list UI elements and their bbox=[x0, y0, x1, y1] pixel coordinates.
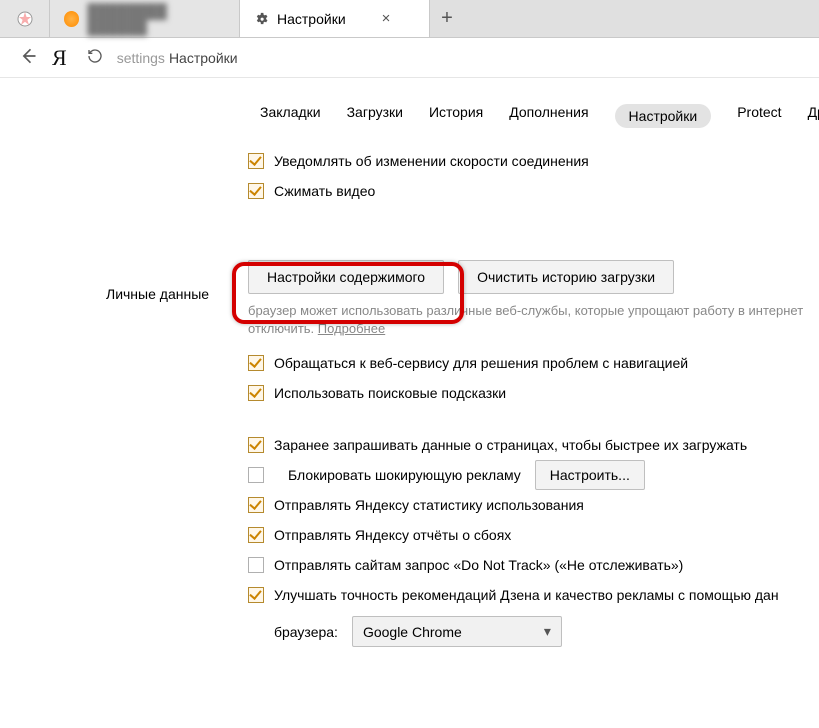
label-crash-reports: Отправлять Яндексу отчёты о сбоях bbox=[274, 527, 511, 543]
new-tab-button[interactable]: + bbox=[430, 0, 464, 37]
row-crash-reports: Отправлять Яндексу отчёты о сбоях bbox=[248, 520, 813, 550]
url-title: Настройки bbox=[169, 50, 238, 66]
label-shock-ads: Блокировать шокирующую рекламу bbox=[288, 467, 521, 483]
browser-tab-settings[interactable]: Настройки × bbox=[240, 0, 430, 37]
content-settings-button[interactable]: Настройки содержимого bbox=[248, 260, 444, 294]
label-zen-quality: Улучшать точность рекомендаций Дзена и к… bbox=[274, 587, 779, 603]
default-browser-label: браузера: bbox=[274, 624, 338, 640]
row-default-browser: браузера: Google Chrome ▾ bbox=[248, 616, 813, 647]
checkbox-dnt[interactable] bbox=[248, 557, 264, 573]
hint-line2: отключить. bbox=[248, 321, 314, 336]
default-browser-select[interactable]: Google Chrome ▾ bbox=[352, 616, 562, 647]
close-tab-icon[interactable]: × bbox=[382, 10, 391, 27]
reload-button[interactable] bbox=[87, 48, 103, 67]
label-compress-video: Сжимать видео bbox=[274, 183, 375, 199]
row-shock-ads: Блокировать шокирующую рекламу Настроить… bbox=[248, 460, 813, 490]
omnibox[interactable]: settingsНастройки bbox=[117, 50, 238, 66]
url-scheme: settings bbox=[117, 50, 165, 66]
checkbox-zen-quality[interactable] bbox=[248, 587, 264, 603]
checkbox-suggest[interactable] bbox=[248, 385, 264, 401]
checkbox-shock-ads[interactable] bbox=[248, 467, 264, 483]
checkbox-compress-video[interactable] bbox=[248, 183, 264, 199]
back-button[interactable] bbox=[18, 46, 38, 69]
clear-download-history-button[interactable]: Очистить историю загрузки bbox=[458, 260, 674, 294]
yandex-logo[interactable]: Я bbox=[52, 45, 73, 71]
settings-content: Личные данные Уведомлять об изменении ск… bbox=[0, 146, 819, 647]
label-prefetch: Заранее запрашивать данные о страницах, … bbox=[274, 437, 747, 453]
row-conn-speed: Уведомлять об изменении скорости соедине… bbox=[248, 146, 813, 176]
nav-other[interactable]: Другие ус bbox=[808, 104, 819, 128]
row-usage-stats: Отправлять Яндексу статистику использова… bbox=[248, 490, 813, 520]
browser-tab-other[interactable]: ████████ ██████ bbox=[50, 0, 240, 37]
nav-history[interactable]: История bbox=[429, 104, 483, 128]
row-buttons: Настройки содержимого Очистить историю з… bbox=[248, 260, 813, 294]
tab-title-settings: Настройки bbox=[277, 11, 346, 27]
browser-tab-pinned-1[interactable] bbox=[0, 0, 50, 37]
chevron-down-icon: ▾ bbox=[544, 623, 551, 640]
label-conn-speed: Уведомлять об изменении скорости соедине… bbox=[274, 153, 589, 169]
checkbox-nav-service[interactable] bbox=[248, 355, 264, 371]
label-dnt: Отправлять сайтам запрос «Do Not Track» … bbox=[274, 557, 683, 573]
label-suggest: Использовать поисковые подсказки bbox=[274, 385, 506, 401]
nav-bookmarks[interactable]: Закладки bbox=[260, 104, 321, 128]
label-nav-service: Обращаться к веб-сервису для решения про… bbox=[274, 355, 688, 371]
tab-title-other: ████████ ██████ bbox=[87, 3, 225, 35]
row-nav-service: Обращаться к веб-сервису для решения про… bbox=[248, 348, 813, 378]
row-suggest: Использовать поисковые подсказки bbox=[248, 378, 813, 408]
checkbox-prefetch[interactable] bbox=[248, 437, 264, 453]
configure-ads-button[interactable]: Настроить... bbox=[535, 460, 645, 490]
checkbox-conn-speed[interactable] bbox=[248, 153, 264, 169]
nav-settings[interactable]: Настройки bbox=[615, 104, 712, 128]
favicon-icon bbox=[17, 11, 33, 27]
hint-more-link[interactable]: Подробнее bbox=[318, 321, 385, 336]
row-dnt: Отправлять сайтам запрос «Do Not Track» … bbox=[248, 550, 813, 580]
nav-downloads[interactable]: Загрузки bbox=[347, 104, 403, 128]
settings-nav: Закладки Загрузки История Дополнения Нас… bbox=[0, 78, 819, 146]
nav-addons[interactable]: Дополнения bbox=[509, 104, 588, 128]
row-prefetch: Заранее запрашивать данные о страницах, … bbox=[248, 430, 813, 460]
checkbox-crash-reports[interactable] bbox=[248, 527, 264, 543]
nav-protect[interactable]: Protect bbox=[737, 104, 781, 128]
gear-icon bbox=[254, 11, 269, 26]
services-hint: браузер может использовать различные веб… bbox=[248, 302, 813, 338]
default-browser-value: Google Chrome bbox=[363, 624, 462, 640]
checkbox-usage-stats[interactable] bbox=[248, 497, 264, 513]
browser-tab-strip: ████████ ██████ Настройки × + bbox=[0, 0, 819, 38]
row-compress-video: Сжимать видео bbox=[248, 176, 813, 206]
label-usage-stats: Отправлять Яндексу статистику использова… bbox=[274, 497, 584, 513]
favicon-icon bbox=[64, 11, 79, 27]
section-personal-data: Личные данные bbox=[106, 286, 209, 302]
row-zen-quality: Улучшать точность рекомендаций Дзена и к… bbox=[248, 580, 813, 610]
hint-line1: браузер может использовать различные веб… bbox=[248, 303, 803, 318]
address-bar: Я settingsНастройки bbox=[0, 38, 819, 78]
